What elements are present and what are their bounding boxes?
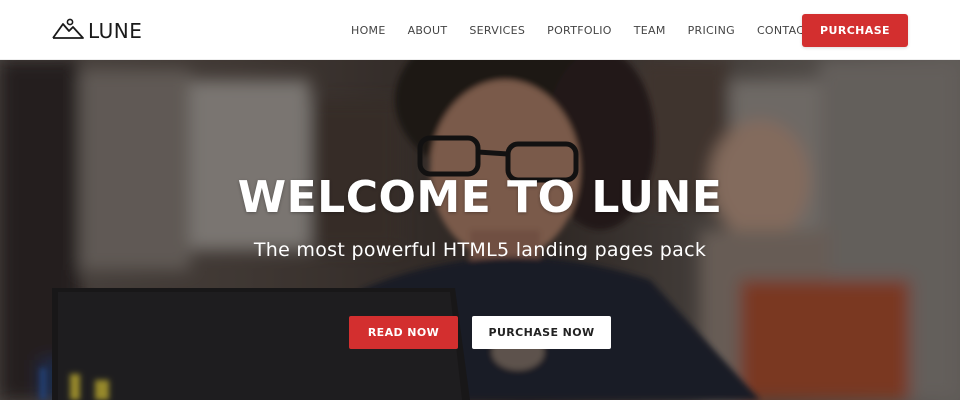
nav-item-about[interactable]: ABOUT	[408, 24, 448, 37]
brand-logo[interactable]: LUNE	[52, 18, 142, 44]
purchase-now-button[interactable]: PURCHASE NOW	[472, 316, 611, 349]
read-now-button[interactable]: READ NOW	[349, 316, 458, 349]
nav-item-services[interactable]: SERVICES	[469, 24, 525, 37]
mountain-icon	[52, 18, 88, 44]
nav-item-team[interactable]: TEAM	[634, 24, 666, 37]
nav-item-home[interactable]: HOME	[351, 24, 386, 37]
hero-subtitle: The most powerful HTML5 landing pages pa…	[253, 239, 707, 261]
nav-item-pricing[interactable]: PRICING	[688, 24, 735, 37]
brand-name: LUNE	[88, 19, 143, 43]
purchase-button[interactable]: PURCHASE	[802, 14, 908, 47]
hero-overlay	[0, 60, 960, 400]
hero-section: WELCOME TO LUNE The most powerful HTML5 …	[0, 60, 960, 400]
site-header: LUNE HOME ABOUT SERVICES PORTFOLIO TEAM …	[0, 0, 960, 60]
nav-item-portfolio[interactable]: PORTFOLIO	[547, 24, 612, 37]
hero-title: WELCOME TO LUNE	[237, 172, 723, 223]
main-nav: HOME ABOUT SERVICES PORTFOLIO TEAM PRICI…	[340, 20, 822, 40]
